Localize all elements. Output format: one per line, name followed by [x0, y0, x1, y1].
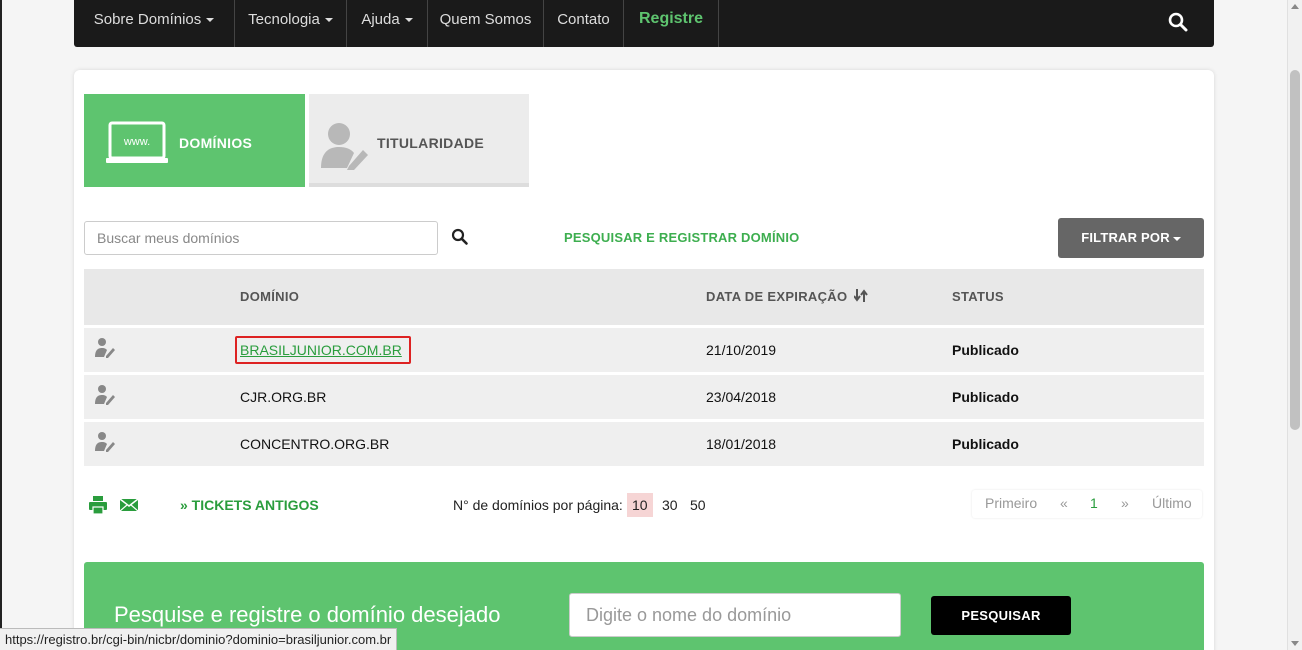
nav-tecnologia[interactable]: Tecnologia: [235, 0, 347, 47]
per-page-option-50[interactable]: 50: [685, 493, 711, 517]
browser-status-bar: https://registro.br/cgi-bin/nicbr/domini…: [0, 628, 398, 650]
vertical-scrollbar[interactable]: [1287, 0, 1302, 650]
expiration-date: 18/01/2018: [706, 436, 777, 452]
expiration-date: 23/04/2018: [706, 389, 777, 405]
user-edit-icon[interactable]: [94, 431, 116, 453]
per-page-option-10[interactable]: 10: [627, 493, 653, 517]
top-navigation: Sobre Domínios Tecnologia Ajuda Quem Som…: [74, 0, 1214, 47]
search-icon[interactable]: [451, 228, 469, 246]
scroll-thumb[interactable]: [1290, 70, 1300, 430]
table-header: DOMÍNIO DATA DE EXPIRAÇÃO STATUS: [84, 269, 1204, 325]
print-icon[interactable]: [89, 496, 107, 514]
nav-ajuda-label: Ajuda: [361, 11, 400, 28]
search-domain-button[interactable]: PESQUISAR: [931, 596, 1071, 635]
selection-highlight: [235, 336, 411, 364]
sort-icon: [853, 289, 869, 302]
tab-ownership[interactable]: TITULARIDADE: [309, 94, 529, 187]
pager-first[interactable]: Primeiro: [985, 495, 1037, 511]
tab-ownership-label: TITULARIDADE: [377, 135, 485, 151]
nav-quem-somos[interactable]: Quem Somos: [428, 0, 544, 47]
www-icon-text: www.: [123, 136, 150, 148]
laptop-icon: www.: [106, 121, 168, 163]
pager-current[interactable]: 1: [1090, 495, 1098, 511]
header-expiration[interactable]: DATA DE EXPIRAÇÃO: [706, 289, 869, 304]
header-domain[interactable]: DOMÍNIO: [240, 289, 299, 304]
window-edge: [0, 0, 2, 650]
nav-ajuda[interactable]: Ajuda: [347, 0, 428, 47]
chevron-down-icon: [206, 18, 215, 23]
email-icon[interactable]: [120, 496, 138, 514]
per-page-option-30[interactable]: 30: [657, 493, 683, 517]
domain-name-input[interactable]: [569, 593, 901, 637]
domain-search-input[interactable]: [84, 221, 438, 255]
chevron-down-icon: [324, 18, 333, 23]
domain-name[interactable]: CJR.ORG.BR: [240, 389, 326, 405]
nav-sobre-dominios-label: Sobre Domínios: [93, 11, 202, 28]
expiration-date: 21/10/2019: [706, 342, 777, 358]
per-page-label: N° de domínios por página:: [453, 497, 623, 513]
search-register-domain-link[interactable]: PESQUISAR E REGISTRAR DOMÍNIO: [564, 230, 800, 245]
domains-table: DOMÍNIO DATA DE EXPIRAÇÃO STATUS BRASILJ…: [84, 269, 1204, 466]
nav-quem-somos-label: Quem Somos: [439, 11, 532, 28]
tab-domains-label: DOMÍNIOS: [179, 135, 253, 151]
tab-domains[interactable]: www. DOMÍNIOS: [84, 94, 305, 187]
table-row: BRASILJUNIOR.COM.BR 21/10/2019 Publicado: [84, 328, 1204, 372]
banner-heading: Pesquise e registre o domínio desejado: [114, 602, 501, 627]
old-tickets-link[interactable]: » TICKETS ANTIGOS: [180, 497, 319, 513]
table-row: CJR.ORG.BR 23/04/2018 Publicado: [84, 375, 1204, 419]
filter-button-label: FILTRAR POR: [1081, 230, 1170, 245]
pager-last[interactable]: Último: [1152, 495, 1192, 511]
domains-panel: www. DOMÍNIOS TITULARIDADE PESQUISAR E R…: [74, 70, 1214, 650]
scroll-down-icon[interactable]: [1291, 641, 1299, 646]
nav-tecnologia-label: Tecnologia: [248, 11, 320, 28]
filter-button[interactable]: FILTRAR POR: [1058, 218, 1204, 258]
pager-next[interactable]: »: [1121, 495, 1129, 511]
pagination: Primeiro « 1 » Último: [972, 490, 1202, 518]
pager-prev[interactable]: «: [1060, 495, 1068, 511]
user-edit-icon[interactable]: [94, 384, 116, 406]
status-value: Publicado: [952, 389, 1019, 405]
status-value: Publicado: [952, 342, 1019, 358]
nav-contato[interactable]: Contato: [544, 0, 624, 47]
nav-sobre-dominios[interactable]: Sobre Domínios: [74, 0, 235, 47]
nav-registre[interactable]: Registre: [624, 0, 719, 47]
header-expiration-label: DATA DE EXPIRAÇÃO: [706, 289, 848, 304]
domain-name[interactable]: CONCENTRO.ORG.BR: [240, 436, 389, 452]
user-edit-icon: [321, 123, 368, 170]
table-row: CONCENTRO.ORG.BR 18/01/2018 Publicado: [84, 422, 1204, 466]
search-icon[interactable]: [1168, 12, 1188, 32]
header-status: STATUS: [952, 289, 1004, 304]
scroll-up-icon[interactable]: [1291, 4, 1299, 9]
chevron-down-icon: [404, 18, 413, 23]
status-value: Publicado: [952, 436, 1019, 452]
user-edit-icon[interactable]: [94, 337, 116, 359]
nav-contato-label: Contato: [557, 11, 610, 28]
chevron-down-icon: [1172, 236, 1181, 241]
